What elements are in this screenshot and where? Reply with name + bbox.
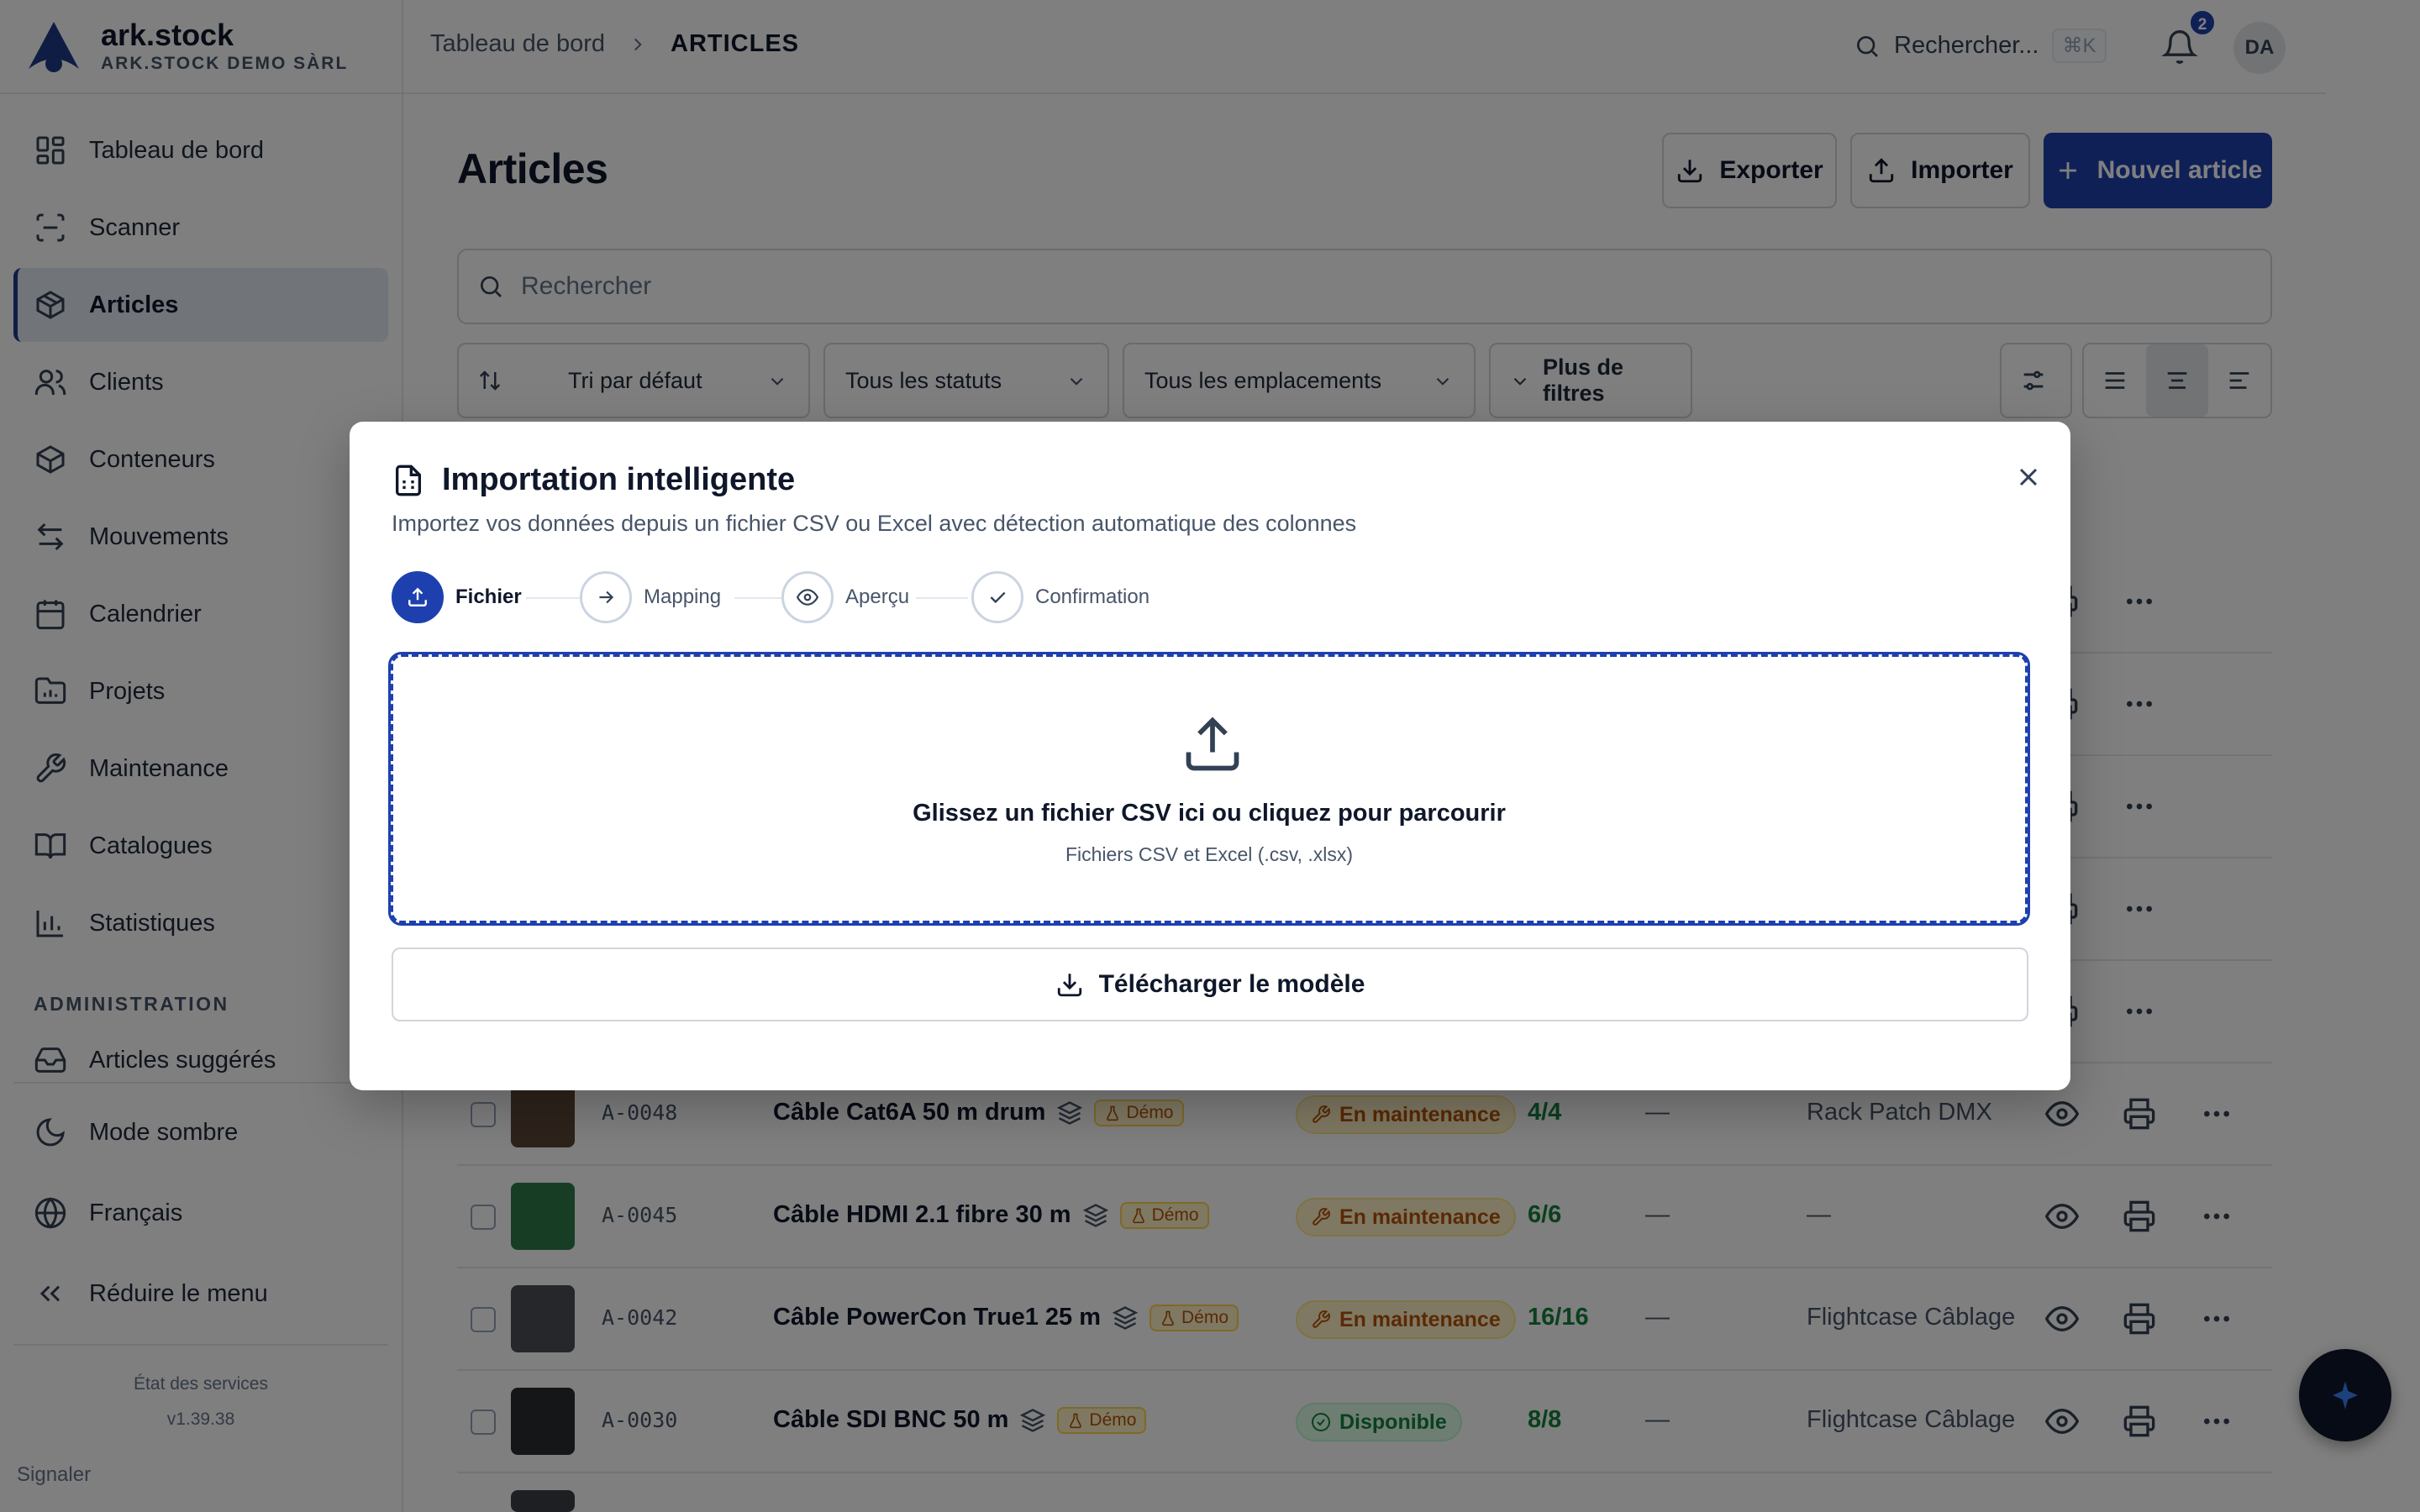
upload-icon — [1186, 717, 1239, 771]
file-spreadsheet-icon — [396, 465, 421, 496]
step-indicator — [580, 571, 632, 623]
dialog-description: Importez vos données depuis un fichier C… — [392, 511, 1357, 536]
step-label: Aperçu — [845, 585, 910, 608]
close-icon[interactable] — [2013, 462, 2044, 492]
step-indicator — [971, 571, 1023, 623]
step-connector — [526, 597, 585, 599]
step-connector — [916, 597, 968, 599]
dialog-title: Importation intelligente — [392, 462, 795, 498]
csv-dropzone[interactable]: Glissez un fichier CSV ici ou cliquez po… — [388, 652, 2030, 926]
step-label: Mapping — [644, 585, 722, 608]
step-indicator — [781, 571, 834, 623]
eye-icon — [797, 589, 818, 606]
step-confirmation: Confirmation — [971, 571, 1150, 623]
dropzone-title: Glissez un fichier CSV ici ou cliquez po… — [913, 800, 1506, 827]
step-indicator — [392, 571, 444, 623]
download-template-button[interactable]: Télécharger le modèle — [392, 948, 2028, 1021]
download-icon — [1057, 974, 1081, 997]
step-label: Fichier — [455, 585, 522, 608]
arrow-right-icon — [599, 591, 614, 604]
download-template-label: Télécharger le modèle — [1098, 970, 1365, 998]
import-dialog: Importation intelligente Importez vos do… — [350, 422, 2070, 1090]
step-mapping: Mapping — [580, 571, 721, 623]
step-label: Confirmation — [1035, 585, 1150, 608]
upload-icon — [408, 587, 427, 606]
step-fichier: Fichier — [392, 571, 522, 623]
check-icon — [990, 591, 1006, 604]
step-connector — [734, 597, 781, 599]
step-apercu: Aperçu — [781, 571, 909, 623]
dropzone-hint: Fichiers CSV et Excel (.csv, .xlsx) — [1065, 843, 1354, 865]
dialog-title-text: Importation intelligente — [442, 462, 796, 497]
